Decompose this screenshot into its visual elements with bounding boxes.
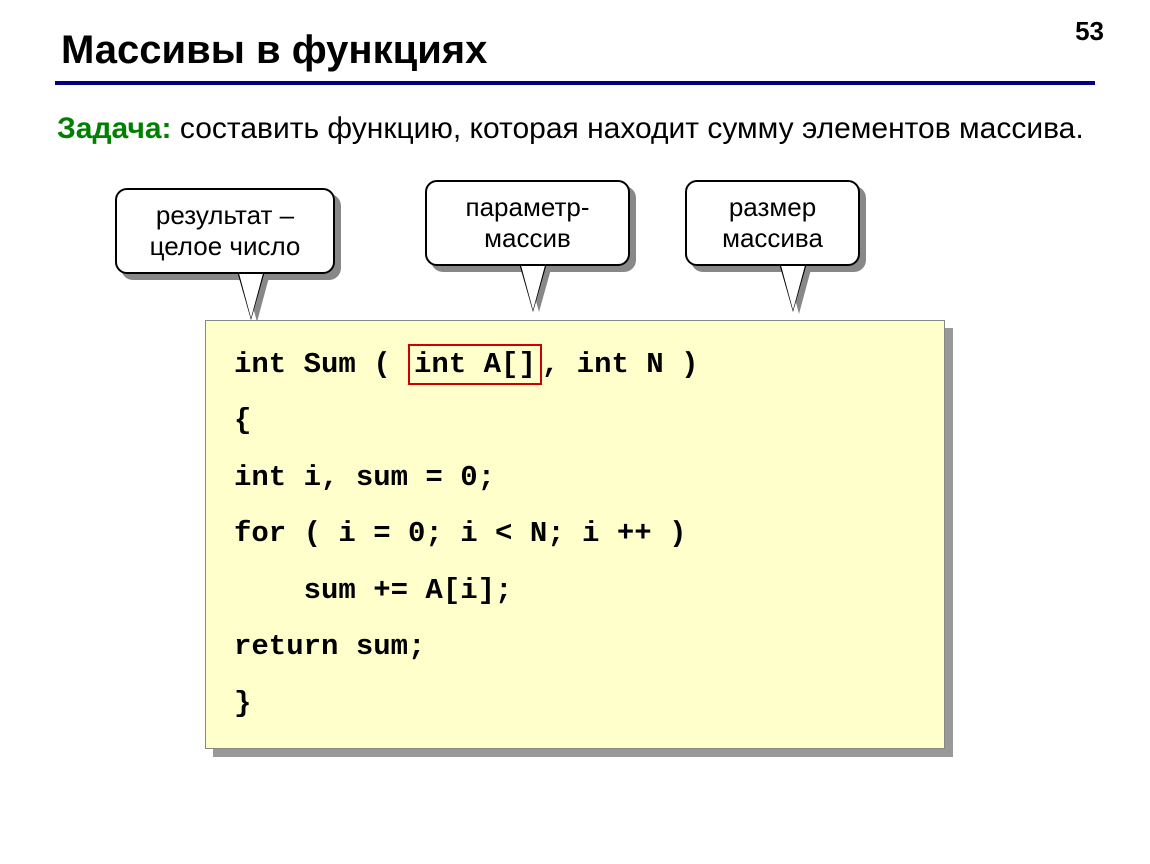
callout-line: массива [722, 223, 823, 253]
callout-line: размер [729, 192, 816, 222]
code-line: int Sum ( int A[], int N ) [234, 348, 699, 381]
highlighted-param: int A[] [408, 344, 542, 386]
callout-param-array: параметр- массив [425, 180, 630, 266]
page-number: 53 [1075, 16, 1104, 47]
slide-heading: Массивы в функциях [61, 28, 1095, 73]
code-line: sum += A[i]; [234, 574, 512, 607]
diagram-area: результат – целое число параметр- массив… [55, 180, 1095, 790]
callout-line: результат – [156, 200, 294, 230]
code-line: int i, sum = 0; [234, 461, 495, 494]
code-block: int Sum ( int A[], int N ) { int i, sum … [205, 320, 945, 750]
code-line: } [234, 687, 251, 720]
code-line: for ( i = 0; i < N; i ++ ) [234, 517, 686, 550]
callout-line: параметр- [466, 192, 590, 222]
callout-line: целое число [150, 231, 301, 261]
callout-result-integer: результат – целое число [115, 188, 335, 274]
task-paragraph: Задача: составить функцию, которая наход… [57, 109, 1095, 150]
task-text: составить функцию, которая находит сумму… [172, 112, 1084, 145]
task-label: Задача: [57, 112, 172, 145]
code-line: return sum; [234, 630, 425, 663]
code-line: { [234, 404, 251, 437]
code-content: int Sum ( int A[], int N ) { int i, sum … [205, 320, 945, 750]
slide: 53 Массивы в функциях Задача: составить … [0, 0, 1150, 864]
heading-rule [55, 81, 1095, 85]
callout-array-size: размер массива [685, 180, 860, 266]
callout-line: массив [484, 223, 571, 253]
